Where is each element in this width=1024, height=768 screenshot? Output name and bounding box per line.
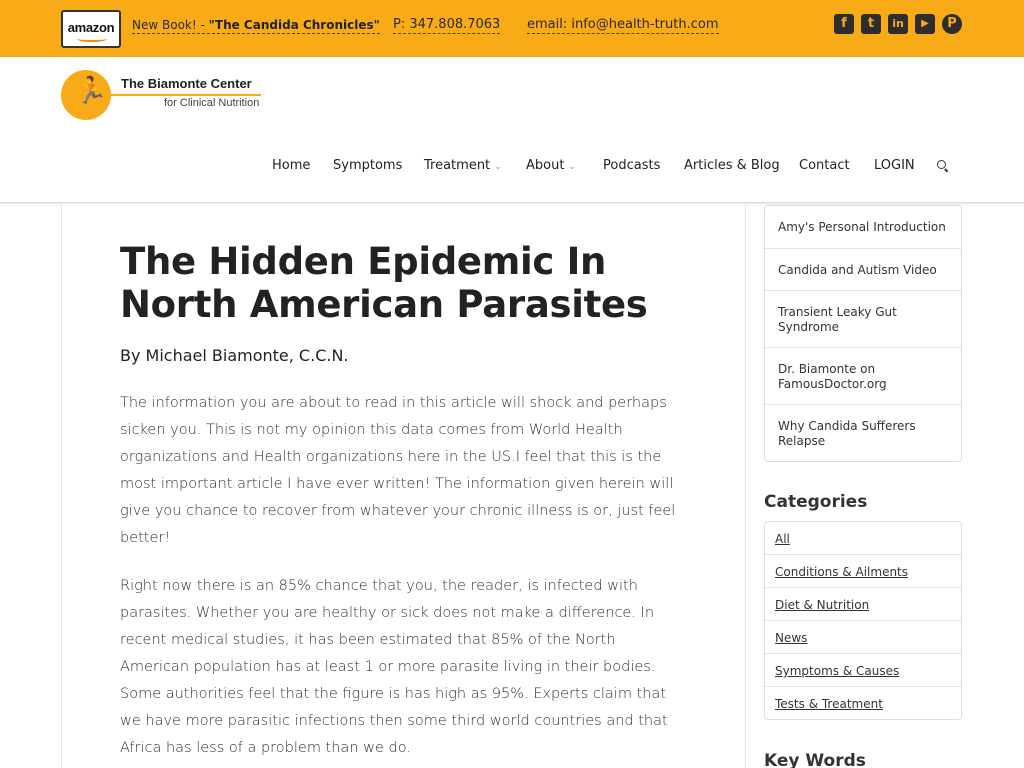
phone-link[interactable]: P: 347.808.7063 <box>393 17 501 34</box>
nav-home[interactable]: Home <box>272 158 310 173</box>
nav-login[interactable]: LOGIN <box>874 158 915 173</box>
categories-heading: Categories <box>764 492 868 512</box>
new-book-title: "The Candida Chronicles" <box>208 18 380 32</box>
video-link[interactable]: Amy's Personal Introduction <box>765 206 961 249</box>
site-header: 🏃 The Biamonte Center for Clinical Nutri… <box>0 57 1024 203</box>
runner-icon: 🏃 <box>75 76 108 106</box>
category-link[interactable]: Symptoms & Causes <box>765 654 961 687</box>
category-link[interactable]: Tests & Treatment <box>765 687 961 719</box>
youtube-icon[interactable]: ▶ <box>915 14 935 34</box>
category-label: Conditions & Ailments <box>775 565 909 579</box>
amazon-label: amazon <box>67 20 115 35</box>
chevron-down-icon: ⌄ <box>568 162 576 172</box>
email-link[interactable]: email: info@health-truth.com <box>527 17 719 34</box>
category-label: News <box>775 631 808 645</box>
logo-title[interactable]: The Biamonte Center <box>121 76 252 91</box>
logo-underline <box>111 94 261 96</box>
categories-list: All Conditions & Ailments Diet & Nutriti… <box>764 521 962 720</box>
nav-treatment-label: Treatment <box>424 158 491 173</box>
nav-about[interactable]: About ⌄ <box>526 158 576 173</box>
category-label: All <box>775 532 790 546</box>
pinterest-icon[interactable]: P <box>942 14 962 34</box>
nav-symptoms-label: Symptoms <box>333 158 403 173</box>
video-link[interactable]: Dr. Biamonte on FamousDoctor.org <box>765 348 961 405</box>
nav-treatment[interactable]: Treatment ⌄ <box>424 158 502 173</box>
nav-articles-blog[interactable]: Articles & Blog <box>684 158 780 173</box>
keywords-heading: Key Words <box>764 751 866 768</box>
article-byline: By Michael Biamonte, C.C.N. <box>120 346 349 365</box>
video-link[interactable]: Candida and Autism Video <box>765 249 961 291</box>
nav-podcasts-label: Podcasts <box>603 158 661 173</box>
category-link[interactable]: Diet & Nutrition <box>765 588 961 621</box>
category-link[interactable]: News <box>765 621 961 654</box>
video-link[interactable]: Transient Leaky Gut Syndrome <box>765 291 961 348</box>
nav-podcasts[interactable]: Podcasts <box>603 158 660 173</box>
top-bar: amazon New Book! - "The Candida Chronicl… <box>0 0 1024 57</box>
nav-articles-label: Articles & Blog <box>684 158 780 173</box>
article-paragraph: Right now there is an 85% chance that yo… <box>120 578 668 756</box>
amazon-button[interactable]: amazon <box>61 10 121 48</box>
nav-about-label: About <box>526 158 565 173</box>
category-link[interactable]: All <box>765 522 961 555</box>
search-handle <box>944 168 949 173</box>
category-label: Tests & Treatment <box>775 697 883 711</box>
article-paragraph: The information you are about to read in… <box>120 395 676 546</box>
new-book-link[interactable]: New Book! - "The Candida Chronicles" <box>132 18 380 34</box>
nav-login-label: LOGIN <box>874 158 915 173</box>
logo-subtitle: for Clinical Nutrition <box>164 97 260 109</box>
category-link[interactable]: Conditions & Ailments <box>765 555 961 588</box>
article-title: The Hidden Epidemic In North American Pa… <box>120 240 648 326</box>
search-icon[interactable] <box>937 160 949 173</box>
logo-icon[interactable]: 🏃 <box>61 70 111 120</box>
twitter-icon[interactable]: t <box>861 14 881 34</box>
chevron-down-icon: ⌄ <box>494 162 502 172</box>
category-label: Symptoms & Causes <box>775 664 900 678</box>
nav-contact[interactable]: Contact <box>799 158 850 173</box>
video-links-list: Amy's Personal Introduction Candida and … <box>764 205 962 462</box>
nav-symptoms[interactable]: Symptoms <box>333 158 402 173</box>
new-book-prefix: New Book! - <box>132 18 209 32</box>
amazon-smile-icon <box>77 36 107 42</box>
video-link[interactable]: Why Candida Sufferers Relapse <box>765 405 961 461</box>
facebook-icon[interactable]: f <box>834 14 854 34</box>
nav-contact-label: Contact <box>799 158 850 173</box>
linkedin-icon[interactable]: in <box>888 14 908 34</box>
category-label: Diet & Nutrition <box>775 598 870 612</box>
nav-home-label: Home <box>272 158 311 173</box>
